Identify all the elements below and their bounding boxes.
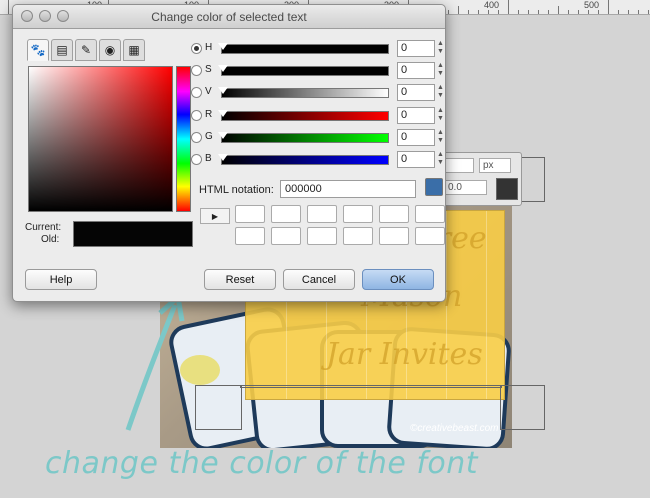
channel-row-g: G 0 ▲ ▼ (191, 129, 445, 147)
history-swatch[interactable] (379, 227, 409, 245)
spin-arrows-icon[interactable]: ▲ ▼ (436, 151, 445, 168)
channel-row-h: H 0 ▲ ▼ (191, 40, 445, 58)
ruler-label: 400 (484, 0, 500, 10)
channel-radio[interactable] (191, 65, 202, 76)
caption-text: change the color of the font (45, 446, 479, 481)
hue-slider[interactable] (176, 66, 191, 212)
spin-arrows-icon[interactable]: ▲ ▼ (436, 107, 445, 124)
brush-icon[interactable]: ✎ (75, 39, 97, 61)
channel-radio[interactable] (191, 43, 202, 54)
text-tool-options: px 0.0 (440, 152, 522, 206)
channel-value[interactable]: 0 (397, 84, 435, 101)
channel-label: G (205, 131, 213, 142)
spin-arrows-icon[interactable]: ▲ ▼ (436, 62, 445, 79)
spin-arrows-icon[interactable]: ▲ ▼ (436, 40, 445, 57)
selection-handle[interactable] (195, 385, 242, 430)
channel-slider[interactable] (218, 154, 389, 165)
history-swatch[interactable] (235, 205, 265, 223)
current-color-swatch (73, 221, 193, 247)
channel-radio[interactable] (191, 154, 202, 165)
channel-slider[interactable] (218, 65, 389, 76)
history-swatch[interactable] (343, 205, 373, 223)
history-swatch[interactable] (307, 205, 337, 223)
channel-value[interactable]: 0 (397, 62, 435, 79)
channel-label: R (205, 109, 213, 120)
channel-radio[interactable] (191, 87, 202, 98)
history-swatch[interactable] (235, 227, 265, 245)
channel-radio[interactable] (191, 110, 202, 121)
color-wheel-icon[interactable]: ◉ (99, 39, 121, 61)
printer-icon[interactable]: ▤ (51, 39, 73, 61)
history-arrow-icon[interactable]: ▶ (200, 208, 230, 224)
text-color-swatch[interactable] (496, 178, 518, 200)
spin-arrows-icon[interactable]: ▲ ▼ (436, 129, 445, 146)
dialog-titlebar[interactable]: Change color of selected text (13, 5, 445, 29)
cancel-button[interactable]: Cancel (283, 269, 355, 290)
spin-arrows-icon[interactable]: ▲ ▼ (436, 84, 445, 101)
html-notation-label: HTML notation: (199, 184, 274, 196)
spacing-field[interactable]: 0.0 (444, 180, 487, 195)
channel-label: V (205, 86, 212, 97)
channel-radio[interactable] (191, 132, 202, 143)
current-label: Current: (25, 222, 62, 233)
saturation-value-picker[interactable] (28, 66, 173, 212)
history-swatch[interactable] (271, 205, 301, 223)
help-button[interactable]: Help (25, 269, 97, 290)
channel-row-b: B 0 ▲ ▼ (191, 151, 445, 169)
history-swatch[interactable] (271, 227, 301, 245)
channel-label: S (205, 64, 212, 75)
history-swatch[interactable] (415, 205, 445, 223)
history-swatch[interactable] (343, 227, 373, 245)
dialog-title: Change color of selected text (151, 10, 307, 24)
channel-slider[interactable] (218, 87, 389, 98)
text-line-jar-invites: Jar Invites (326, 337, 483, 372)
annotation-arrow (125, 295, 185, 431)
channel-row-v: V 0 ▲ ▼ (191, 84, 445, 102)
history-swatch[interactable] (307, 227, 337, 245)
channel-label: H (205, 42, 213, 53)
watermark: ©creativebeast.com (410, 423, 499, 434)
size-field[interactable] (444, 158, 474, 173)
channel-value[interactable]: 0 (397, 107, 435, 124)
channel-label: B (205, 153, 212, 164)
history-swatch[interactable] (379, 205, 409, 223)
channel-value[interactable]: 0 (397, 151, 435, 168)
ruler-label: 500 (584, 0, 600, 10)
channel-slider[interactable] (218, 110, 389, 121)
unit-select[interactable]: px (479, 158, 511, 173)
ok-button[interactable]: OK (362, 269, 434, 290)
palette-icon[interactable]: ▦ (123, 39, 145, 61)
old-label: Old: (41, 234, 60, 245)
html-notation-input[interactable]: 000000 (280, 180, 416, 198)
channel-value[interactable]: 0 (397, 129, 435, 146)
channel-row-r: R 0 ▲ ▼ (191, 107, 445, 125)
selection-handle[interactable] (500, 385, 545, 430)
reset-button[interactable]: Reset (204, 269, 276, 290)
change-color-dialog: Change color of selected text 🐾 ▤ ✎ ◉ ▦ … (12, 4, 446, 302)
history-swatch[interactable] (415, 227, 445, 245)
channel-value[interactable]: 0 (397, 40, 435, 57)
channel-row-s: S 0 ▲ ▼ (191, 62, 445, 80)
channel-slider[interactable] (218, 132, 389, 143)
gimp-icon[interactable]: 🐾 (27, 39, 49, 61)
color-picker-icon[interactable] (425, 178, 443, 196)
channel-slider[interactable] (218, 43, 389, 54)
selection-edge (240, 385, 502, 388)
